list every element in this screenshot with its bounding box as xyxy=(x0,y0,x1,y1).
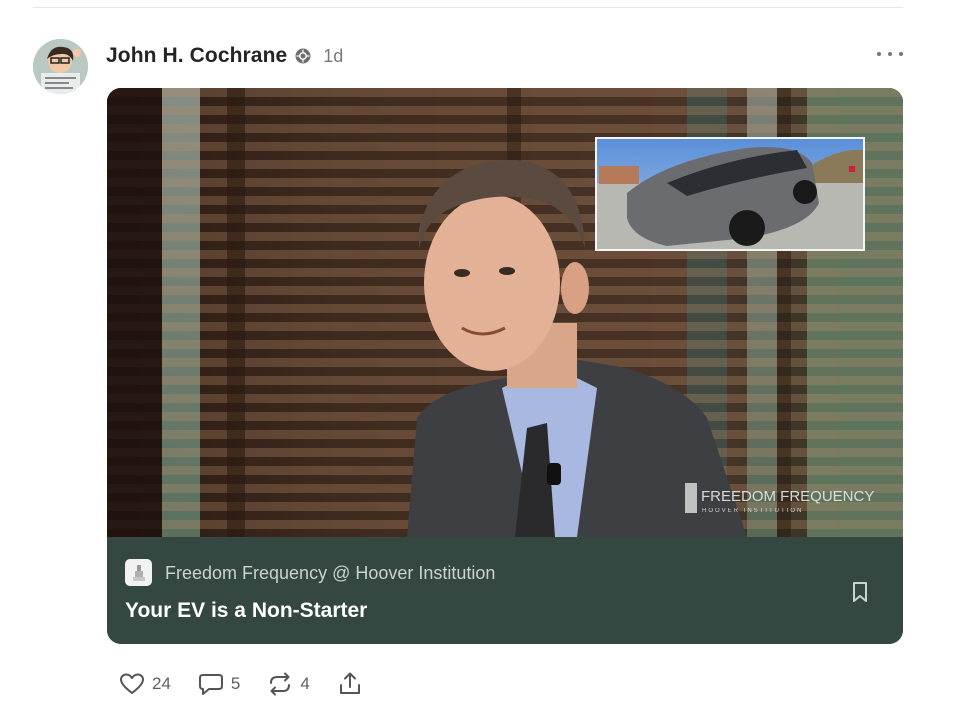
top-divider xyxy=(33,7,903,8)
comment-count: 5 xyxy=(230,674,241,693)
restack-icon xyxy=(270,672,291,696)
post-actions: 24 5 4 xyxy=(118,669,390,699)
like-button[interactable]: 24 xyxy=(118,670,171,698)
restack-count: 4 xyxy=(300,674,310,693)
card-footer: Freedom Frequency @ Hoover Institution Y… xyxy=(107,537,903,644)
publication-name: Freedom Frequency @ Hoover Institution xyxy=(165,563,496,583)
ellipsis-dot xyxy=(899,52,903,56)
video-thumbnail[interactable]: FREEDOM FREQUENCY HOOVER INSTITUTION xyxy=(107,88,903,537)
bookmark-icon[interactable] xyxy=(847,579,873,605)
watermark-title: FREEDOM FREQUENCY xyxy=(701,488,874,505)
post-title[interactable]: Your EV is a Non-Starter xyxy=(125,599,367,623)
verified-badge-icon xyxy=(295,48,311,64)
author-avatar[interactable] xyxy=(33,39,88,94)
like-count: 24 xyxy=(152,674,171,693)
share-button[interactable] xyxy=(336,670,364,698)
ellipsis-dot xyxy=(888,52,892,56)
comment-icon xyxy=(198,674,223,695)
ellipsis-dot xyxy=(877,52,881,56)
avatar-illustration xyxy=(33,39,88,94)
post-timestamp[interactable]: 1d xyxy=(323,46,343,67)
post-header: John H. Cochrane 1d xyxy=(106,42,343,70)
heart-icon xyxy=(120,673,144,694)
publication-logo-icon xyxy=(125,559,152,586)
restack-button[interactable]: 4 xyxy=(266,670,310,698)
share-icon xyxy=(339,672,360,694)
watermark-subtitle: HOOVER INSTITUTION xyxy=(702,508,803,514)
author-name[interactable]: John H. Cochrane xyxy=(106,44,287,68)
car-inset-image xyxy=(595,137,865,251)
more-options-button[interactable] xyxy=(877,46,903,62)
comment-button[interactable]: 5 xyxy=(197,670,240,698)
embedded-post-card[interactable]: FREEDOM FREQUENCY HOOVER INSTITUTION Fre… xyxy=(107,88,903,644)
